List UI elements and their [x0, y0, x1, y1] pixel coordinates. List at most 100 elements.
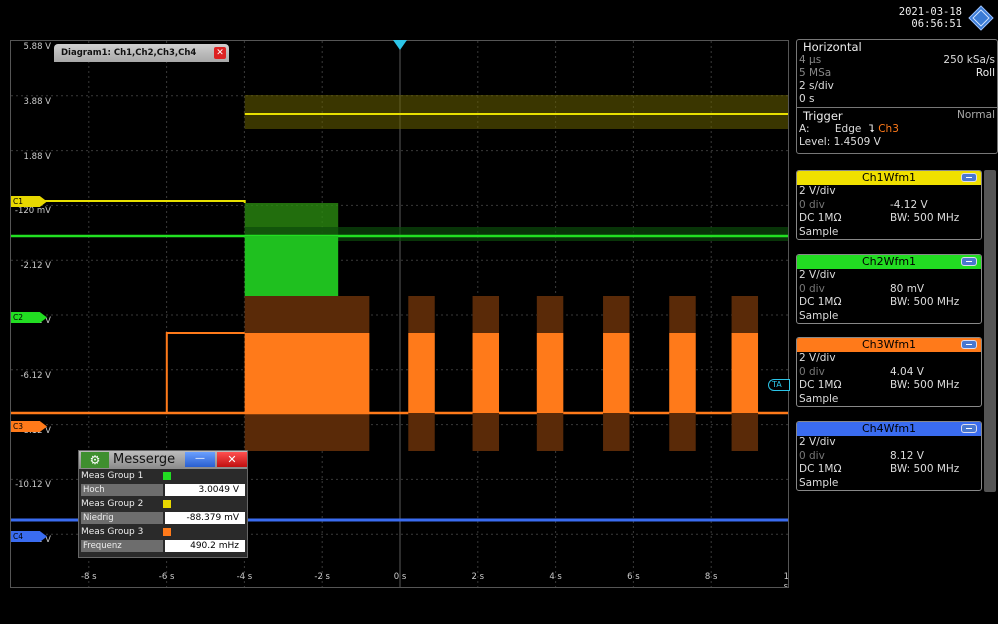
meas-value: -88.379 mV: [165, 512, 245, 524]
channel-acq-mode[interactable]: Sample: [797, 393, 981, 407]
trigger-mode-value: Normal: [957, 109, 995, 121]
channel-title[interactable]: Ch3Wfm1: [797, 338, 981, 352]
horizontal-resolution-line[interactable]: 4 µs 250 kSa/s: [797, 54, 997, 67]
time-text: 06:56:51: [911, 18, 962, 30]
bandwidth: BW: 500 MHz: [890, 379, 960, 391]
offset-div: 0 div: [799, 198, 825, 211]
diagram-close-icon[interactable]: ✕: [214, 47, 226, 59]
meas-group-color-swatch: [163, 500, 171, 508]
channel-list-scrollbar[interactable]: [984, 170, 996, 492]
channel-offset-line[interactable]: 0 div 80 mV: [797, 283, 981, 297]
trigger-title: Trigger: [803, 109, 843, 123]
channel-panel-ch3[interactable]: Ch3Wfm1 2 V/div 0 div 4.04 V DC 1MΩ BW: 50…: [796, 337, 982, 407]
channel-acq-mode[interactable]: Sample: [797, 310, 981, 324]
channel-coupling-line[interactable]: DC 1MΩ BW: 500 MHz: [797, 379, 981, 393]
minimize-icon[interactable]: [961, 173, 977, 182]
gear-icon[interactable]: ⚙: [81, 452, 109, 468]
channel-coupling-line[interactable]: DC 1MΩ BW: 500 MHz: [797, 296, 981, 310]
horizontal-memory-line[interactable]: 5 MSa Roll: [797, 67, 997, 80]
trigger-position-marker-icon[interactable]: [393, 40, 407, 50]
horizontal-trigger-panel[interactable]: Horizontal 4 µs 250 kSa/s 5 MSa Roll 2 s…: [796, 39, 998, 154]
channel-offset-line[interactable]: 0 div 8.12 V: [797, 450, 981, 464]
channel-panel-ch1[interactable]: Ch1Wfm1 2 V/div 0 div -4.12 V DC 1MΩ BW: 5…: [796, 170, 982, 240]
ch3-pulse: [731, 333, 759, 413]
meas-group-color-swatch: [163, 472, 171, 480]
ch2-burst: [244, 236, 339, 296]
bandwidth: BW: 500 MHz: [890, 296, 960, 308]
offset-div: 0 div: [799, 365, 825, 378]
ch3-pulse: [472, 333, 500, 413]
x-axis-label: -6 s: [158, 572, 175, 582]
measurement-title: Messerge: [113, 452, 176, 467]
offset-voltage: 8.12 V: [890, 449, 924, 462]
trigger-source-line[interactable]: A: Edge ⮧ Ch3: [797, 123, 997, 136]
meas-group-name: Meas Group 1: [81, 471, 144, 481]
coupling: DC 1MΩ: [799, 212, 842, 224]
x-axis-label: 10 s: [783, 572, 789, 588]
channel-marker-c4[interactable]: C4: [11, 531, 47, 542]
trigger-level-value[interactable]: Level: 1.4509 V: [797, 136, 997, 149]
meas-group-3[interactable]: Meas Group 3 Frequenz 490.2 mHz: [79, 525, 247, 553]
ch3-pulse: [408, 333, 435, 413]
meas-group-2[interactable]: Meas Group 2 Niedrig -88.379 mV: [79, 497, 247, 525]
ch1-noise-band: [244, 95, 788, 129]
channel-offset-line[interactable]: 0 div 4.04 V: [797, 366, 981, 380]
channel-coupling-line[interactable]: DC 1MΩ BW: 500 MHz: [797, 212, 981, 226]
acq-mode-value: Roll: [975, 67, 995, 79]
ch3-pulse-main: [244, 333, 370, 413]
channel-offset-line[interactable]: 0 div -4.12 V: [797, 199, 981, 213]
channel-scale[interactable]: 2 V/div: [797, 352, 981, 366]
datetime-display: 2021-03-18 06:56:51: [899, 6, 962, 30]
meas-quantity-label: Frequenz: [81, 540, 163, 552]
channel-title[interactable]: Ch4Wfm1: [797, 422, 981, 436]
measurement-dialog[interactable]: ⚙ Messerge — ✕ Meas Group 1 Hoch 3.0049 V…: [78, 450, 248, 558]
trigger-level-marker[interactable]: TA: [768, 379, 790, 391]
channel-scale[interactable]: 2 V/div: [797, 436, 981, 450]
offset-voltage: 80 mV: [890, 282, 925, 295]
meas-group-1[interactable]: Meas Group 1 Hoch 3.0049 V: [79, 469, 247, 497]
offset-voltage: 4.04 V: [890, 365, 924, 378]
time-scale-value[interactable]: 2 s/div: [797, 80, 997, 93]
memory-value: 5 MSa: [799, 67, 832, 79]
minimize-icon[interactable]: —: [185, 452, 215, 467]
measurement-titlebar[interactable]: ⚙ Messerge — ✕: [79, 451, 247, 469]
bandwidth: BW: 500 MHz: [890, 212, 960, 224]
x-axis-label: 2 s: [471, 572, 485, 582]
brand-logo-icon: [968, 5, 994, 31]
ch3-pulse: [536, 333, 564, 413]
minimize-icon[interactable]: [961, 257, 977, 266]
resolution-value: 4 µs: [799, 54, 822, 66]
offset-div: 0 div: [799, 449, 825, 462]
minimize-icon[interactable]: [961, 340, 977, 349]
meas-group-color-swatch: [163, 528, 171, 536]
meas-value: 490.2 mHz: [165, 540, 245, 552]
x-axis-label: -2 s: [314, 572, 330, 582]
trigger-source: Ch3: [878, 123, 899, 135]
meas-quantity-label: Niedrig: [81, 512, 163, 524]
coupling: DC 1MΩ: [799, 463, 842, 475]
meas-group-name: Meas Group 3: [81, 527, 144, 537]
trigger-header[interactable]: Trigger Normal: [797, 109, 997, 123]
channel-coupling-line[interactable]: DC 1MΩ BW: 500 MHz: [797, 463, 981, 477]
channel-acq-mode[interactable]: Sample: [797, 477, 981, 491]
sample-rate-value: 250 kSa/s: [943, 54, 995, 66]
channel-marker-c1[interactable]: C1: [11, 196, 47, 207]
ch3-step: [11, 332, 245, 414]
channel-title-text: Ch1Wfm1: [861, 171, 917, 184]
minimize-icon[interactable]: [961, 424, 977, 433]
horizontal-position-value[interactable]: 0 s: [797, 93, 997, 106]
ch3-pulse: [669, 333, 696, 413]
channel-acq-mode[interactable]: Sample: [797, 226, 981, 240]
channel-marker-c2[interactable]: C2: [11, 312, 47, 323]
coupling: DC 1MΩ: [799, 379, 842, 391]
channel-title[interactable]: Ch1Wfm1: [797, 171, 981, 185]
close-icon[interactable]: ✕: [217, 452, 247, 467]
diagram-tab[interactable]: Diagram1: Ch1,Ch2,Ch3,Ch4 ✕: [54, 44, 229, 62]
channel-marker-c3[interactable]: C3: [11, 421, 47, 432]
channel-title[interactable]: Ch2Wfm1: [797, 255, 981, 269]
channel-scale[interactable]: 2 V/div: [797, 185, 981, 199]
channel-panel-ch4[interactable]: Ch4Wfm1 2 V/div 0 div 8.12 V DC 1MΩ BW: 50…: [796, 421, 982, 491]
channel-scale[interactable]: 2 V/div: [797, 269, 981, 283]
channel-panel-ch2[interactable]: Ch2Wfm1 2 V/div 0 div 80 mV DC 1MΩ BW: 500…: [796, 254, 982, 324]
x-axis-label: 8 s: [704, 572, 718, 582]
